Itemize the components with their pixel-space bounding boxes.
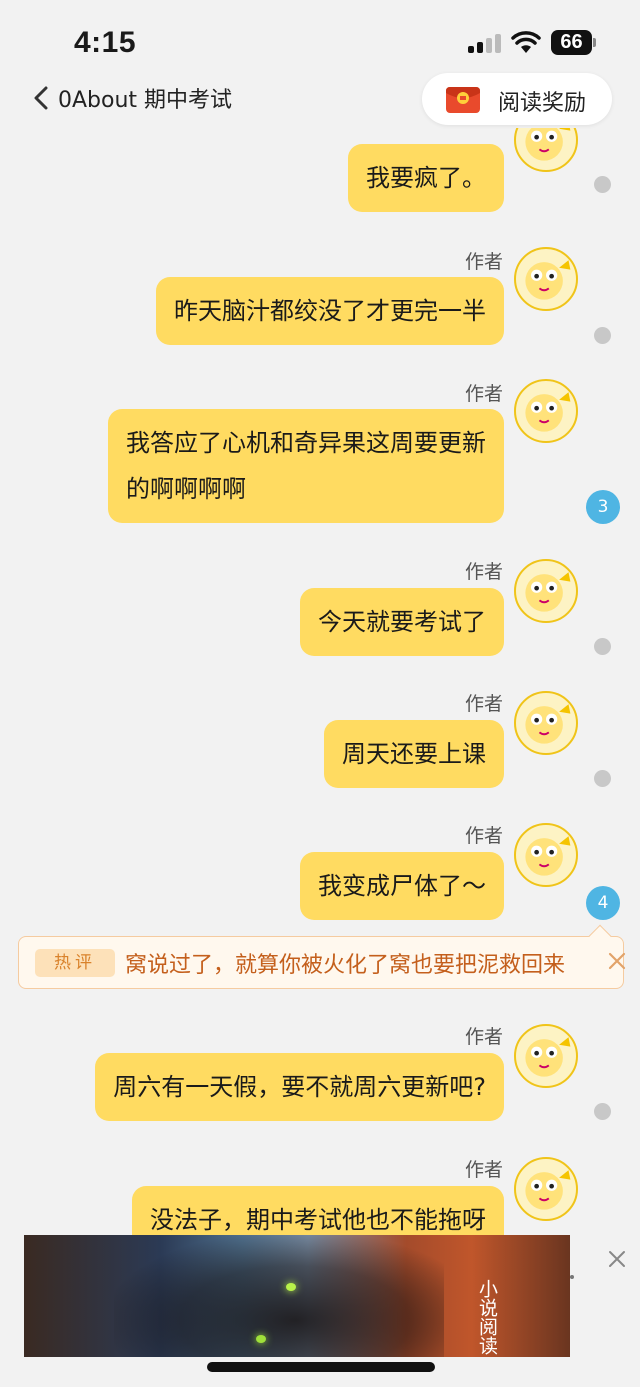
ad-image [114, 1235, 444, 1357]
mascot-icon [525, 1170, 571, 1210]
author-tag: 作者 [464, 561, 503, 583]
battery-icon: 66 [551, 30, 597, 55]
author-tag: 作者 [464, 1026, 503, 1048]
ad-title: 小说阅读 [476, 1279, 498, 1355]
mascot-icon [525, 1037, 571, 1077]
mascot-icon [525, 128, 571, 161]
author-avatar[interactable] [514, 379, 578, 443]
mascot-icon [525, 572, 571, 612]
comment-dot[interactable] [594, 327, 611, 344]
mascot-icon [525, 260, 571, 300]
message-bubble[interactable]: 今天就要考试了 [300, 588, 504, 656]
battery-level: 66 [551, 30, 592, 55]
nav-bar: 0About 期中考试 阅读奖励 [0, 68, 640, 128]
author-tag: 作者 [464, 825, 503, 847]
close-icon[interactable] [605, 949, 629, 973]
message-bubble[interactable]: 我要疯了。 [348, 144, 504, 212]
author-tag: 作者 [464, 383, 503, 405]
red-envelope-icon [446, 87, 480, 113]
comment-count-badge[interactable]: 3 [586, 490, 620, 524]
reading-reward-button[interactable]: 阅读奖励 [422, 73, 612, 125]
back-title[interactable]: 0About 期中考试 [58, 82, 232, 114]
author-avatar[interactable] [514, 128, 578, 172]
message-bubble[interactable]: 我变成尸体了～ [300, 852, 504, 920]
author-tag: 作者 [464, 1159, 503, 1181]
home-indicator[interactable] [207, 1362, 435, 1372]
mascot-icon [525, 836, 571, 876]
message-text: 昨天脑汁都绞没了才更完一半 [174, 297, 486, 325]
message-text: 周六有一天假，要不就周六更新吧? [113, 1073, 486, 1101]
hot-comment[interactable]: 热评 窝说过了，就算你被火化了窝也要把泥救回来 [18, 924, 626, 989]
author-tag: 作者 [464, 693, 503, 715]
message-bubble[interactable]: 周六有一天假，要不就周六更新吧? [95, 1053, 504, 1121]
comment-dot[interactable] [594, 176, 611, 193]
author-avatar[interactable] [514, 823, 578, 887]
cellular-signal-icon [468, 33, 502, 53]
message-text: 我要疯了。 [366, 164, 486, 192]
chat-list[interactable]: 我要疯了。 作者 昨天脑汁都绞没了才更完一半 作者 我答应了心机和奇异果这周要更… [0, 128, 640, 1378]
message-bubble[interactable]: 昨天脑汁都绞没了才更完一半 [156, 277, 504, 345]
ad-banner[interactable]: 小说阅读 [24, 1235, 570, 1357]
status-time: 4:15 [74, 26, 137, 59]
author-avatar[interactable] [514, 691, 578, 755]
hot-comment-text: 窝说过了，就算你被火化了窝也要把泥救回来 [125, 953, 566, 978]
comment-dot[interactable] [594, 770, 611, 787]
reward-label: 阅读奖励 [498, 91, 587, 116]
message-text: 今天就要考试了 [318, 608, 486, 636]
message-text: 周天还要上课 [342, 740, 486, 768]
comment-count-badge[interactable]: 4 [586, 886, 620, 920]
message-text-line-2: 的啊啊啊啊 [126, 475, 246, 503]
message-text: 我变成尸体了～ [318, 872, 486, 900]
message-bubble[interactable]: 周天还要上课 [324, 720, 504, 788]
message-text-line-1: 我答应了心机和奇异果这周要更新 [126, 429, 486, 457]
author-avatar[interactable] [514, 1157, 578, 1221]
author-avatar[interactable] [514, 247, 578, 311]
mascot-icon [525, 704, 571, 744]
message-bubble[interactable]: 我答应了心机和奇异果这周要更新 的啊啊啊啊 [108, 409, 504, 523]
author-avatar[interactable] [514, 559, 578, 623]
mascot-icon [525, 392, 571, 432]
hot-comment-tag: 热评 [35, 949, 115, 977]
comment-dot[interactable] [594, 638, 611, 655]
comment-dot[interactable] [594, 1103, 611, 1120]
back-chevron-icon[interactable] [32, 86, 52, 110]
wifi-icon [511, 31, 541, 53]
ad-close-icon[interactable] [606, 1248, 628, 1270]
author-tag: 作者 [464, 251, 503, 273]
author-avatar[interactable] [514, 1024, 578, 1088]
